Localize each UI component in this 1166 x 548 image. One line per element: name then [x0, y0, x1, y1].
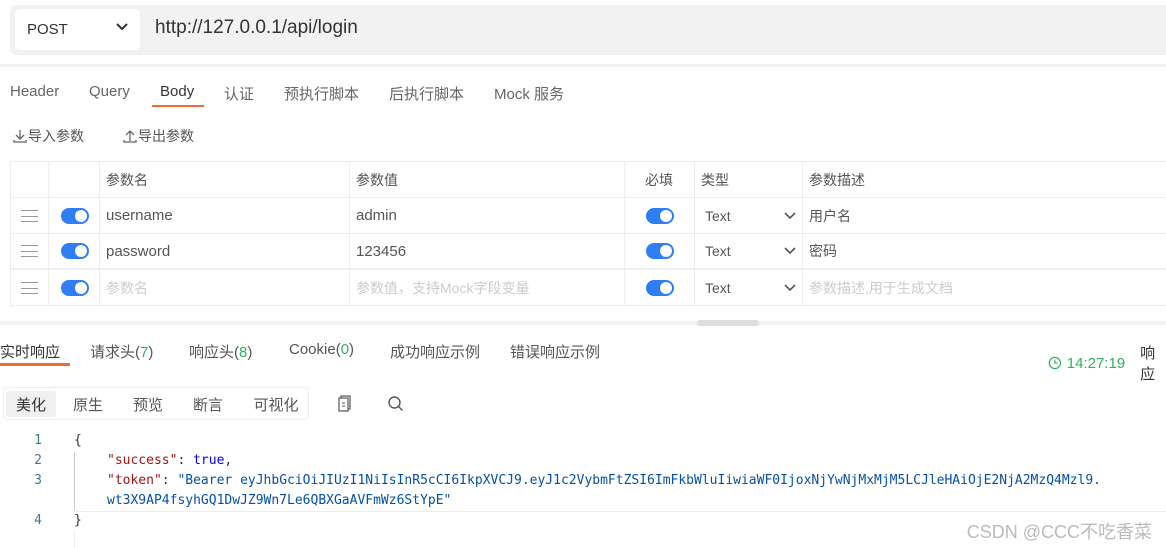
param-value-input[interactable]: admin [350, 198, 625, 233]
param-name-input[interactable]: 参数名 [100, 270, 350, 306]
enable-toggle[interactable] [61, 243, 89, 259]
required-toggle[interactable] [646, 207, 674, 224]
header-type: 类型 [695, 162, 803, 197]
count: 7 [140, 344, 149, 361]
param-value-input[interactable]: 参数值，支持Mock字段变量 [350, 270, 625, 306]
type-select[interactable]: Text [695, 198, 803, 233]
drag-handle-icon[interactable] [21, 209, 38, 222]
required-toggle[interactable] [646, 280, 674, 296]
indent-guide [74, 530, 75, 548]
view-mode-switch: 美化 原生 预览 断言 可视化 [3, 387, 309, 420]
active-tab-indicator [0, 363, 70, 366]
view-assert[interactable]: 断言 [183, 391, 233, 417]
tab-post-script[interactable]: 后执行脚本 [389, 83, 464, 104]
type-label: Text [705, 243, 731, 259]
tab-mock[interactable]: Mock 服务 [494, 83, 564, 104]
table-row: password 123456 Text 密码 [11, 234, 1166, 270]
line-separator [74, 511, 1166, 512]
header-required: 必填 [625, 162, 695, 197]
table-header: 参数名 参数值 必填 类型 参数描述 [11, 162, 1166, 198]
download-icon [13, 130, 27, 143]
enable-toggle[interactable] [61, 280, 89, 296]
view-preview[interactable]: 预览 [123, 391, 173, 417]
tab-header[interactable]: Header [10, 83, 59, 100]
chevron-down-icon [116, 23, 128, 31]
param-desc-input[interactable]: 用户名 [803, 198, 1166, 233]
search-icon[interactable] [387, 395, 404, 412]
param-name-input[interactable]: password [100, 234, 350, 268]
resize-handle[interactable] [697, 320, 759, 326]
divider [0, 64, 1166, 67]
tab-cookie[interactable]: Cookie(0) [289, 341, 354, 358]
chevron-down-icon [784, 211, 796, 219]
param-desc-input[interactable]: 参数描述,用于生成文档 [803, 270, 1166, 306]
required-toggle[interactable] [646, 243, 674, 259]
type-label: Text [705, 207, 731, 224]
table-row: username admin Text 用户名 [11, 198, 1166, 234]
tab-error-example[interactable]: 错误响应示例 [510, 341, 600, 362]
tab-live-response[interactable]: 实时响应 [0, 341, 60, 362]
indent-guide [74, 452, 75, 512]
param-desc-input[interactable]: 密码 [803, 234, 1166, 268]
active-tab-indicator [152, 105, 204, 107]
header-name: 参数名 [100, 162, 350, 197]
copy-icon[interactable] [337, 395, 353, 412]
drag-handle-icon[interactable] [21, 282, 38, 294]
url-input[interactable]: http://127.0.0.1/api/login [155, 17, 358, 39]
params-table: 参数名 参数值 必填 类型 参数描述 username admin Text 用… [10, 161, 1166, 306]
chevron-down-icon [784, 284, 796, 292]
header-value: 参数值 [350, 162, 625, 197]
type-label: Text [705, 280, 731, 296]
tab-request-headers[interactable]: 请求头(7) [90, 341, 153, 362]
view-beautify[interactable]: 美化 [6, 391, 56, 417]
tab-pre-script[interactable]: 预执行脚本 [284, 83, 359, 104]
method-label: POST [27, 21, 68, 38]
count: 0 [340, 341, 350, 358]
watermark: CSDN @CCC不吃香菜 [966, 522, 1152, 542]
drag-handle-icon[interactable] [21, 245, 38, 257]
tab-response-headers[interactable]: 响应头(8) [189, 341, 252, 362]
chevron-down-icon [784, 247, 796, 255]
export-label: 导出参数 [138, 128, 194, 144]
response-extra: 响应 [1140, 345, 1156, 383]
param-value-input[interactable]: 123456 [350, 234, 625, 268]
view-raw[interactable]: 原生 [63, 391, 113, 417]
tab-body[interactable]: Body [160, 83, 194, 100]
panel-divider [0, 321, 1166, 325]
method-select[interactable]: POST [15, 9, 140, 50]
tab-query[interactable]: Query [89, 83, 130, 100]
type-select[interactable]: Text [695, 234, 803, 268]
import-params-button[interactable]: 导入参数 [12, 126, 84, 146]
view-visualize[interactable]: 可视化 [247, 391, 305, 417]
export-params-button[interactable]: 导出参数 [122, 126, 194, 146]
clock-icon [1048, 356, 1062, 370]
type-select[interactable]: Text [695, 270, 803, 306]
table-row-new: 参数名 参数值，支持Mock字段变量 Text 参数描述,用于生成文档 [11, 270, 1166, 306]
import-label: 导入参数 [28, 128, 84, 144]
upload-icon [123, 130, 137, 143]
param-name-input[interactable]: username [100, 198, 350, 233]
tab-success-example[interactable]: 成功响应示例 [390, 341, 480, 362]
tab-auth[interactable]: 认证 [224, 83, 254, 104]
response-time: 14:27:19 响应 [1048, 342, 1166, 384]
header-desc: 参数描述 [803, 162, 1166, 197]
count: 8 [239, 344, 248, 361]
enable-toggle[interactable] [61, 207, 89, 224]
